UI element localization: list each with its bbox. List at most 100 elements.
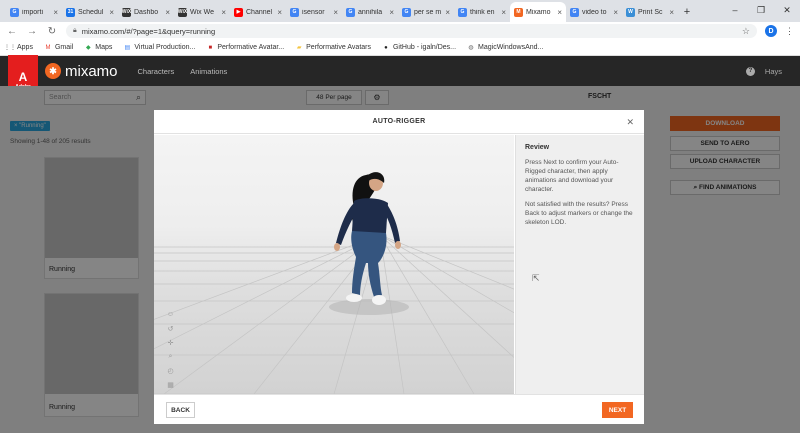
bookmark-item[interactable]: ■ Performative Avatar... [206, 44, 285, 52]
maps-icon: ◆ [85, 45, 91, 51]
tab-title: Wix We [190, 8, 214, 16]
bookmark-label: Gmail [54, 44, 74, 51]
github-icon: ● [384, 44, 388, 51]
header-right: ? Hays [745, 66, 782, 76]
next-button[interactable]: NEXT [602, 402, 633, 418]
tab-title: Dashbo [134, 8, 159, 16]
review-help-text: Not satisfied with the results? Press Ba… [525, 201, 633, 226]
browser-tab[interactable]: W Print Sc × [622, 2, 678, 22]
tab-close-icon[interactable]: × [613, 8, 618, 17]
tab-favicon-icon: G [346, 7, 355, 17]
nav-characters[interactable]: Characters [138, 67, 175, 76]
browser-tab[interactable]: Gimporti × [6, 2, 62, 22]
bookmark-label: Performative Avatars [306, 44, 371, 51]
reset-view-icon[interactable]: ◴ [166, 366, 175, 375]
browser-menu-icon[interactable]: ⋮ [785, 26, 794, 37]
tab-title: importi [22, 8, 44, 16]
forward-arrow-icon[interactable]: → [26, 26, 38, 37]
globe-icon: ◍ [468, 45, 474, 51]
tab-close-icon[interactable]: × [165, 8, 170, 17]
tab-favicon-icon: G [458, 7, 467, 17]
browser-tab-bar: Gimporti × 31 Schedul × WiX Dashbo × WiX Wix We × ▶… [0, 0, 800, 22]
browser-tab[interactable]: Gvideo to × [566, 2, 622, 22]
mouse-cursor-icon: ⇱ [532, 273, 540, 283]
grid-toggle-icon[interactable]: ▦ [166, 380, 175, 389]
profile-avatar[interactable]: D [765, 25, 777, 37]
bookmark-item[interactable]: M Gmail [44, 44, 73, 52]
browser-tab[interactable]: WiX Dashbo × [118, 2, 174, 22]
browser-tab[interactable]: ▶ Channel × [230, 2, 286, 22]
rotate-icon[interactable]: ↺ [166, 324, 175, 333]
modal-footer: BACK NEXT [154, 394, 644, 424]
tab-close-icon[interactable]: × [277, 8, 282, 17]
browser-tab[interactable]: M Mixamo × [510, 2, 566, 22]
bookmark-label: Virtual Production... [134, 44, 196, 51]
lock-icon: 🔒︎ [73, 27, 77, 34]
tab-close-icon[interactable]: × [669, 8, 674, 17]
help-icon[interactable]: ? [745, 66, 755, 76]
browser-tab[interactable]: 31 Schedul × [62, 2, 118, 22]
tab-close-icon[interactable]: × [333, 8, 338, 17]
bookmark-item[interactable]: ⋮⋮ Apps [4, 44, 33, 52]
tab-close-icon[interactable]: × [557, 8, 562, 17]
url-input[interactable]: 🔒︎ mixamo.com/#/?page=1&query=running ☆ [66, 24, 757, 38]
tab-favicon-icon: 31 [66, 7, 75, 17]
tab-title: isensor [302, 8, 325, 16]
close-window-icon[interactable]: ✕ [774, 0, 800, 20]
reload-icon[interactable]: ↻ [46, 26, 58, 37]
review-heading: Review [525, 144, 550, 151]
tab-favicon-icon: M [514, 7, 523, 17]
bookmark-star-icon[interactable]: ☆ [742, 26, 750, 37]
tab-favicon-icon: G [570, 7, 579, 17]
bookmark-item[interactable]: ◍ MagicWindowsAnd... [467, 44, 543, 52]
review-panel: Review Press Next to confirm your Auto-R… [515, 135, 644, 394]
new-tab-button[interactable]: + [678, 2, 696, 22]
3d-viewport[interactable]: ☺ ↺ ✛ ⌕ ◴ ▦ [154, 135, 514, 394]
bookmark-item[interactable]: ● GitHub - igaln/Des... [382, 44, 456, 52]
browser-tab[interactable]: Gannihila × [342, 2, 398, 22]
tab-close-icon[interactable]: × [389, 8, 394, 17]
camera-icon[interactable]: ☺ [166, 310, 175, 319]
tab-favicon-icon: W [626, 7, 635, 17]
rigged-character [334, 172, 401, 305]
bookmark-label: Maps [95, 44, 113, 51]
browser-tab[interactable]: Gper se m × [398, 2, 454, 22]
bookmark-item[interactable]: ▰ Performative Avatars [295, 44, 371, 52]
user-menu[interactable]: Hays [765, 67, 782, 76]
tab-close-icon[interactable]: × [53, 8, 58, 17]
nav-animations[interactable]: Animations [190, 67, 227, 76]
close-icon[interactable]: ✕ [626, 117, 634, 128]
mixamo-logo[interactable]: ✱ mixamo [45, 63, 118, 80]
tab-title: annihila [358, 8, 383, 16]
browser-tab[interactable]: Gthink en × [454, 2, 510, 22]
tab-favicon-icon: WiX [177, 7, 188, 17]
bookmark-label: Performative Avatar... [217, 44, 285, 51]
modal-title: AUTO-RIGGER [372, 118, 426, 125]
folder-icon: ▰ [296, 45, 302, 51]
tab-title: Schedul [78, 8, 104, 16]
pan-icon[interactable]: ✛ [166, 338, 175, 347]
review-instructions: Press Next to confirm your Auto-Rigged c… [525, 159, 619, 193]
gmail-icon: M [45, 44, 51, 51]
bookmark-item[interactable]: ◆ Maps [84, 44, 112, 52]
window-controls: – ❐ ✕ [722, 0, 800, 20]
tab-favicon-icon: G [402, 7, 411, 17]
tab-close-icon[interactable]: × [109, 8, 114, 17]
back-arrow-icon[interactable]: ← [6, 26, 18, 37]
browser-tab[interactable]: WiX Wix We × [174, 2, 230, 22]
tab-close-icon[interactable]: × [221, 8, 226, 17]
bookmarks-bar: ⋮⋮ Apps M Gmail ◆ Maps ▤ Virtual Production... ■… [0, 40, 800, 56]
tab-close-icon[interactable]: × [445, 8, 450, 17]
minimize-icon[interactable]: – [722, 0, 748, 20]
tab-title: think en [470, 8, 495, 16]
url-text: mixamo.com/#/?page=1&query=running [81, 26, 216, 36]
zoom-icon[interactable]: ⌕ [166, 352, 175, 361]
bookmark-item[interactable]: ▤ Virtual Production... [123, 44, 196, 52]
tab-close-icon[interactable]: × [501, 8, 506, 17]
restore-icon[interactable]: ❐ [748, 0, 774, 20]
auto-rigger-modal: AUTO-RIGGER ✕ ☺ ↺ ✛ ⌕ ◴ ▦ Review Press N… [154, 110, 644, 424]
tab-title: Print Sc [638, 8, 663, 16]
back-button[interactable]: BACK [166, 402, 195, 418]
viewport-toolbar: ☺ ↺ ✛ ⌕ ◴ ▦ [166, 310, 175, 389]
browser-tab[interactable]: Gisensor × [286, 2, 342, 22]
